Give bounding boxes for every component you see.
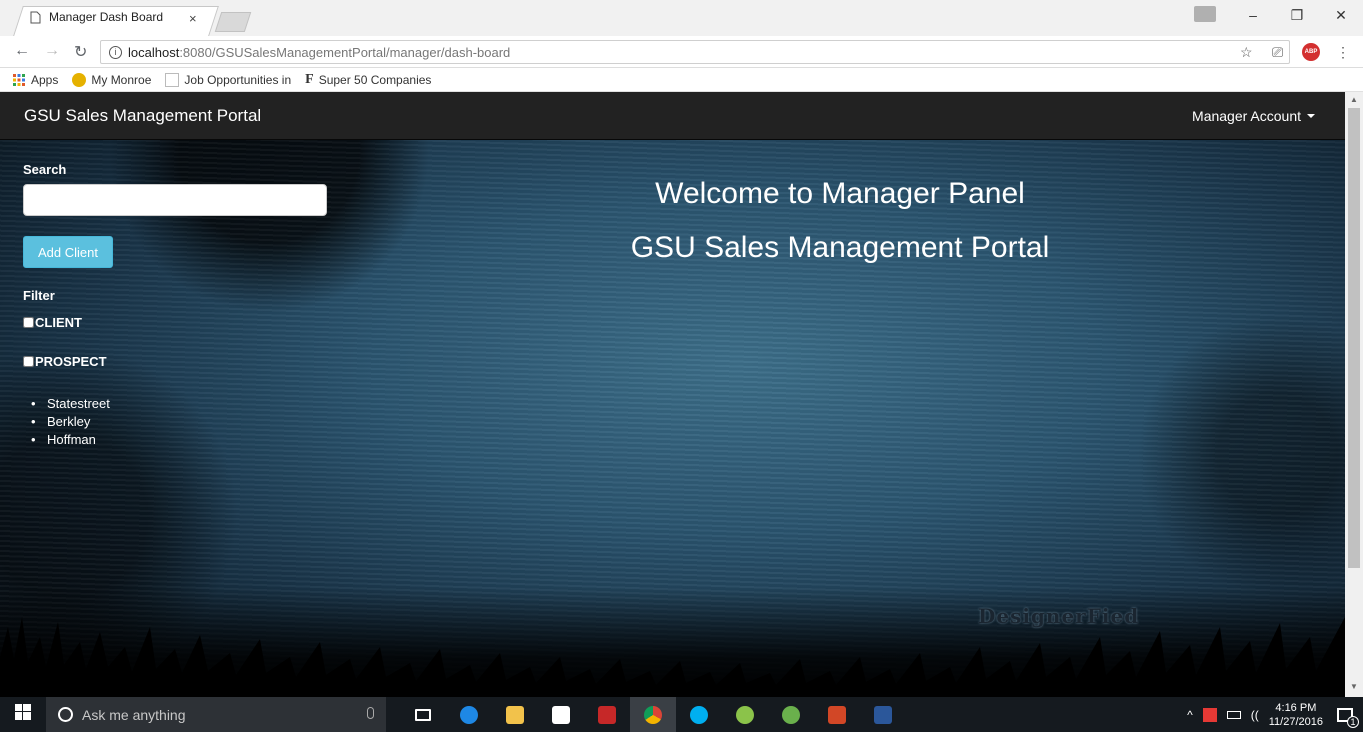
tray-app-icon[interactable] — [1202, 707, 1217, 722]
list-item[interactable]: Statestreet — [31, 395, 327, 413]
file-explorer-icon[interactable] — [492, 697, 538, 732]
reload-icon[interactable]: ↻ — [74, 42, 87, 62]
search-input[interactable] — [23, 184, 327, 216]
forward-icon[interactable]: → — [44, 42, 60, 60]
filter-label: Filter — [23, 288, 55, 303]
list-item[interactable]: Berkley — [31, 413, 327, 431]
list-item[interactable]: Hoffman — [31, 431, 327, 449]
clock-date: 11/27/2016 — [1268, 715, 1323, 728]
cortana-search[interactable]: Ask me anything — [46, 697, 386, 732]
tab-title: Manager Dash Board — [49, 10, 164, 24]
clock-time: 4:16 PM — [1275, 701, 1317, 714]
bookmarks-bar: Apps My Monroe Job Opportunities in F Su… — [0, 68, 1363, 92]
back-icon[interactable]: ← — [14, 42, 30, 60]
new-tab-button[interactable] — [214, 12, 252, 32]
store-icon[interactable] — [538, 697, 584, 732]
window-controls: – ❐ ✕ — [1231, 0, 1363, 28]
sidebar: Search Add Client Filter CLIENT PROSPECT… — [23, 162, 327, 449]
bookmark-label: Super 50 Companies — [318, 72, 432, 87]
adblock-icon[interactable]: ABP — [1302, 43, 1320, 61]
prospect-checkbox[interactable] — [23, 356, 34, 367]
cortana-placeholder: Ask me anything — [82, 706, 186, 723]
bookmark-my-monroe[interactable]: My Monroe — [72, 72, 152, 87]
windows-start-icon[interactable] — [0, 704, 46, 725]
address-bar[interactable]: i localhost:8080/GSUSalesManagementPorta… — [100, 40, 1290, 64]
notification-icon[interactable]: 1 — [1337, 707, 1359, 728]
bookmark-label: Job Opportunities in — [184, 72, 292, 87]
word-icon[interactable] — [860, 697, 906, 732]
tab-close-icon[interactable]: × — [189, 11, 197, 26]
url-path: :8080/GSUSalesManagementPortal/manager/d… — [179, 44, 511, 60]
page-scrollbar[interactable]: ▲ ▼ — [1345, 92, 1363, 697]
welcome-heading: Welcome to Manager Panel — [655, 177, 1025, 210]
search-label: Search — [23, 162, 67, 177]
microphone-icon[interactable] — [367, 707, 374, 719]
navbar-brand[interactable]: GSU Sales Management Portal — [24, 106, 261, 126]
bookmark-label: My Monroe — [91, 72, 152, 87]
notification-count: 1 — [1347, 715, 1359, 728]
bookmark-super-50[interactable]: F Super 50 Companies — [305, 72, 431, 88]
bookmark-apps[interactable]: Apps — [12, 73, 58, 87]
menu-icon[interactable]: ⋮ — [1336, 44, 1350, 61]
grass-silhouette — [0, 617, 1345, 697]
page-icon — [165, 72, 180, 87]
client-checkbox[interactable] — [23, 317, 34, 328]
grass-decoration — [0, 587, 1345, 697]
restore-icon[interactable]: ❐ — [1275, 0, 1319, 28]
cast-icon[interactable]: ⎚ — [1272, 44, 1283, 61]
page-icon — [30, 11, 41, 23]
bookmark-job-opportunities[interactable]: Job Opportunities in — [165, 72, 292, 87]
task-view-icon[interactable] — [400, 697, 446, 732]
monroe-icon — [72, 72, 87, 87]
taskbar-apps — [400, 697, 906, 732]
wifi-icon[interactable]: (( — [1251, 708, 1259, 722]
info-icon[interactable]: i — [109, 45, 122, 59]
filter-prospect[interactable]: PROSPECT — [23, 354, 327, 369]
add-client-button[interactable]: Add Client — [23, 236, 113, 268]
bookmark-label: Apps — [31, 72, 59, 87]
forbes-icon: F — [305, 71, 314, 87]
profile-icon[interactable] — [1194, 6, 1216, 22]
filter-client[interactable]: CLIENT — [23, 315, 327, 330]
client-list: Statestreet Berkley Hoffman — [23, 395, 327, 449]
apps-grid-icon — [13, 73, 25, 86]
url-host: localhost — [128, 44, 180, 60]
caret-down-icon — [1307, 114, 1315, 118]
top-navbar: GSU Sales Management Portal Manager Acco… — [0, 92, 1345, 140]
filter-option-label: CLIENT — [35, 315, 82, 330]
chevron-up-icon[interactable]: ^ — [1187, 708, 1193, 722]
system-tray: ^ (( 4:16 PM 11/27/2016 1 — [1187, 697, 1363, 732]
hotspot-icon[interactable] — [722, 697, 768, 732]
scroll-up-icon[interactable]: ▲ — [1350, 95, 1358, 104]
filter-option-label: PROSPECT — [35, 354, 107, 369]
windows-taskbar: Ask me anything ^ (( 4:16 PM 11/27/2016 … — [0, 697, 1363, 732]
portal-heading: GSU Sales Management Portal — [630, 231, 1050, 264]
clock[interactable]: 4:16 PM 11/27/2016 — [1269, 701, 1323, 729]
background-watermark: DesignerFied — [978, 604, 1140, 628]
page-viewport: GSU Sales Management Portal Manager Acco… — [0, 92, 1345, 697]
battery-icon[interactable] — [1226, 710, 1241, 719]
minimize-icon[interactable]: – — [1231, 0, 1275, 28]
account-label: Manager Account — [1192, 108, 1301, 124]
browser-tabstrip: Manager Dash Board × – ❐ ✕ — [0, 0, 1363, 36]
browser-tab-content[interactable]: Manager Dash Board — [30, 10, 163, 24]
chrome-icon[interactable] — [630, 697, 676, 732]
powerpoint-icon[interactable] — [814, 697, 860, 732]
skype-icon[interactable] — [676, 697, 722, 732]
account-dropdown[interactable]: Manager Account — [1192, 108, 1315, 124]
bookmark-star-icon[interactable]: ☆ — [1240, 44, 1253, 61]
browser-toolbar: ← → ↻ i localhost:8080/GSUSalesManagemen… — [0, 36, 1363, 68]
spring-icon[interactable] — [768, 697, 814, 732]
scroll-thumb[interactable] — [1348, 108, 1360, 568]
cortana-icon — [58, 707, 73, 722]
welcome-hero: Welcome to Manager Panel GSU Sales Manag… — [540, 177, 1140, 265]
scroll-down-icon[interactable]: ▼ — [1350, 682, 1358, 691]
app-red-icon[interactable] — [584, 697, 630, 732]
close-window-icon[interactable]: ✕ — [1319, 0, 1363, 28]
edge-icon[interactable] — [446, 697, 492, 732]
